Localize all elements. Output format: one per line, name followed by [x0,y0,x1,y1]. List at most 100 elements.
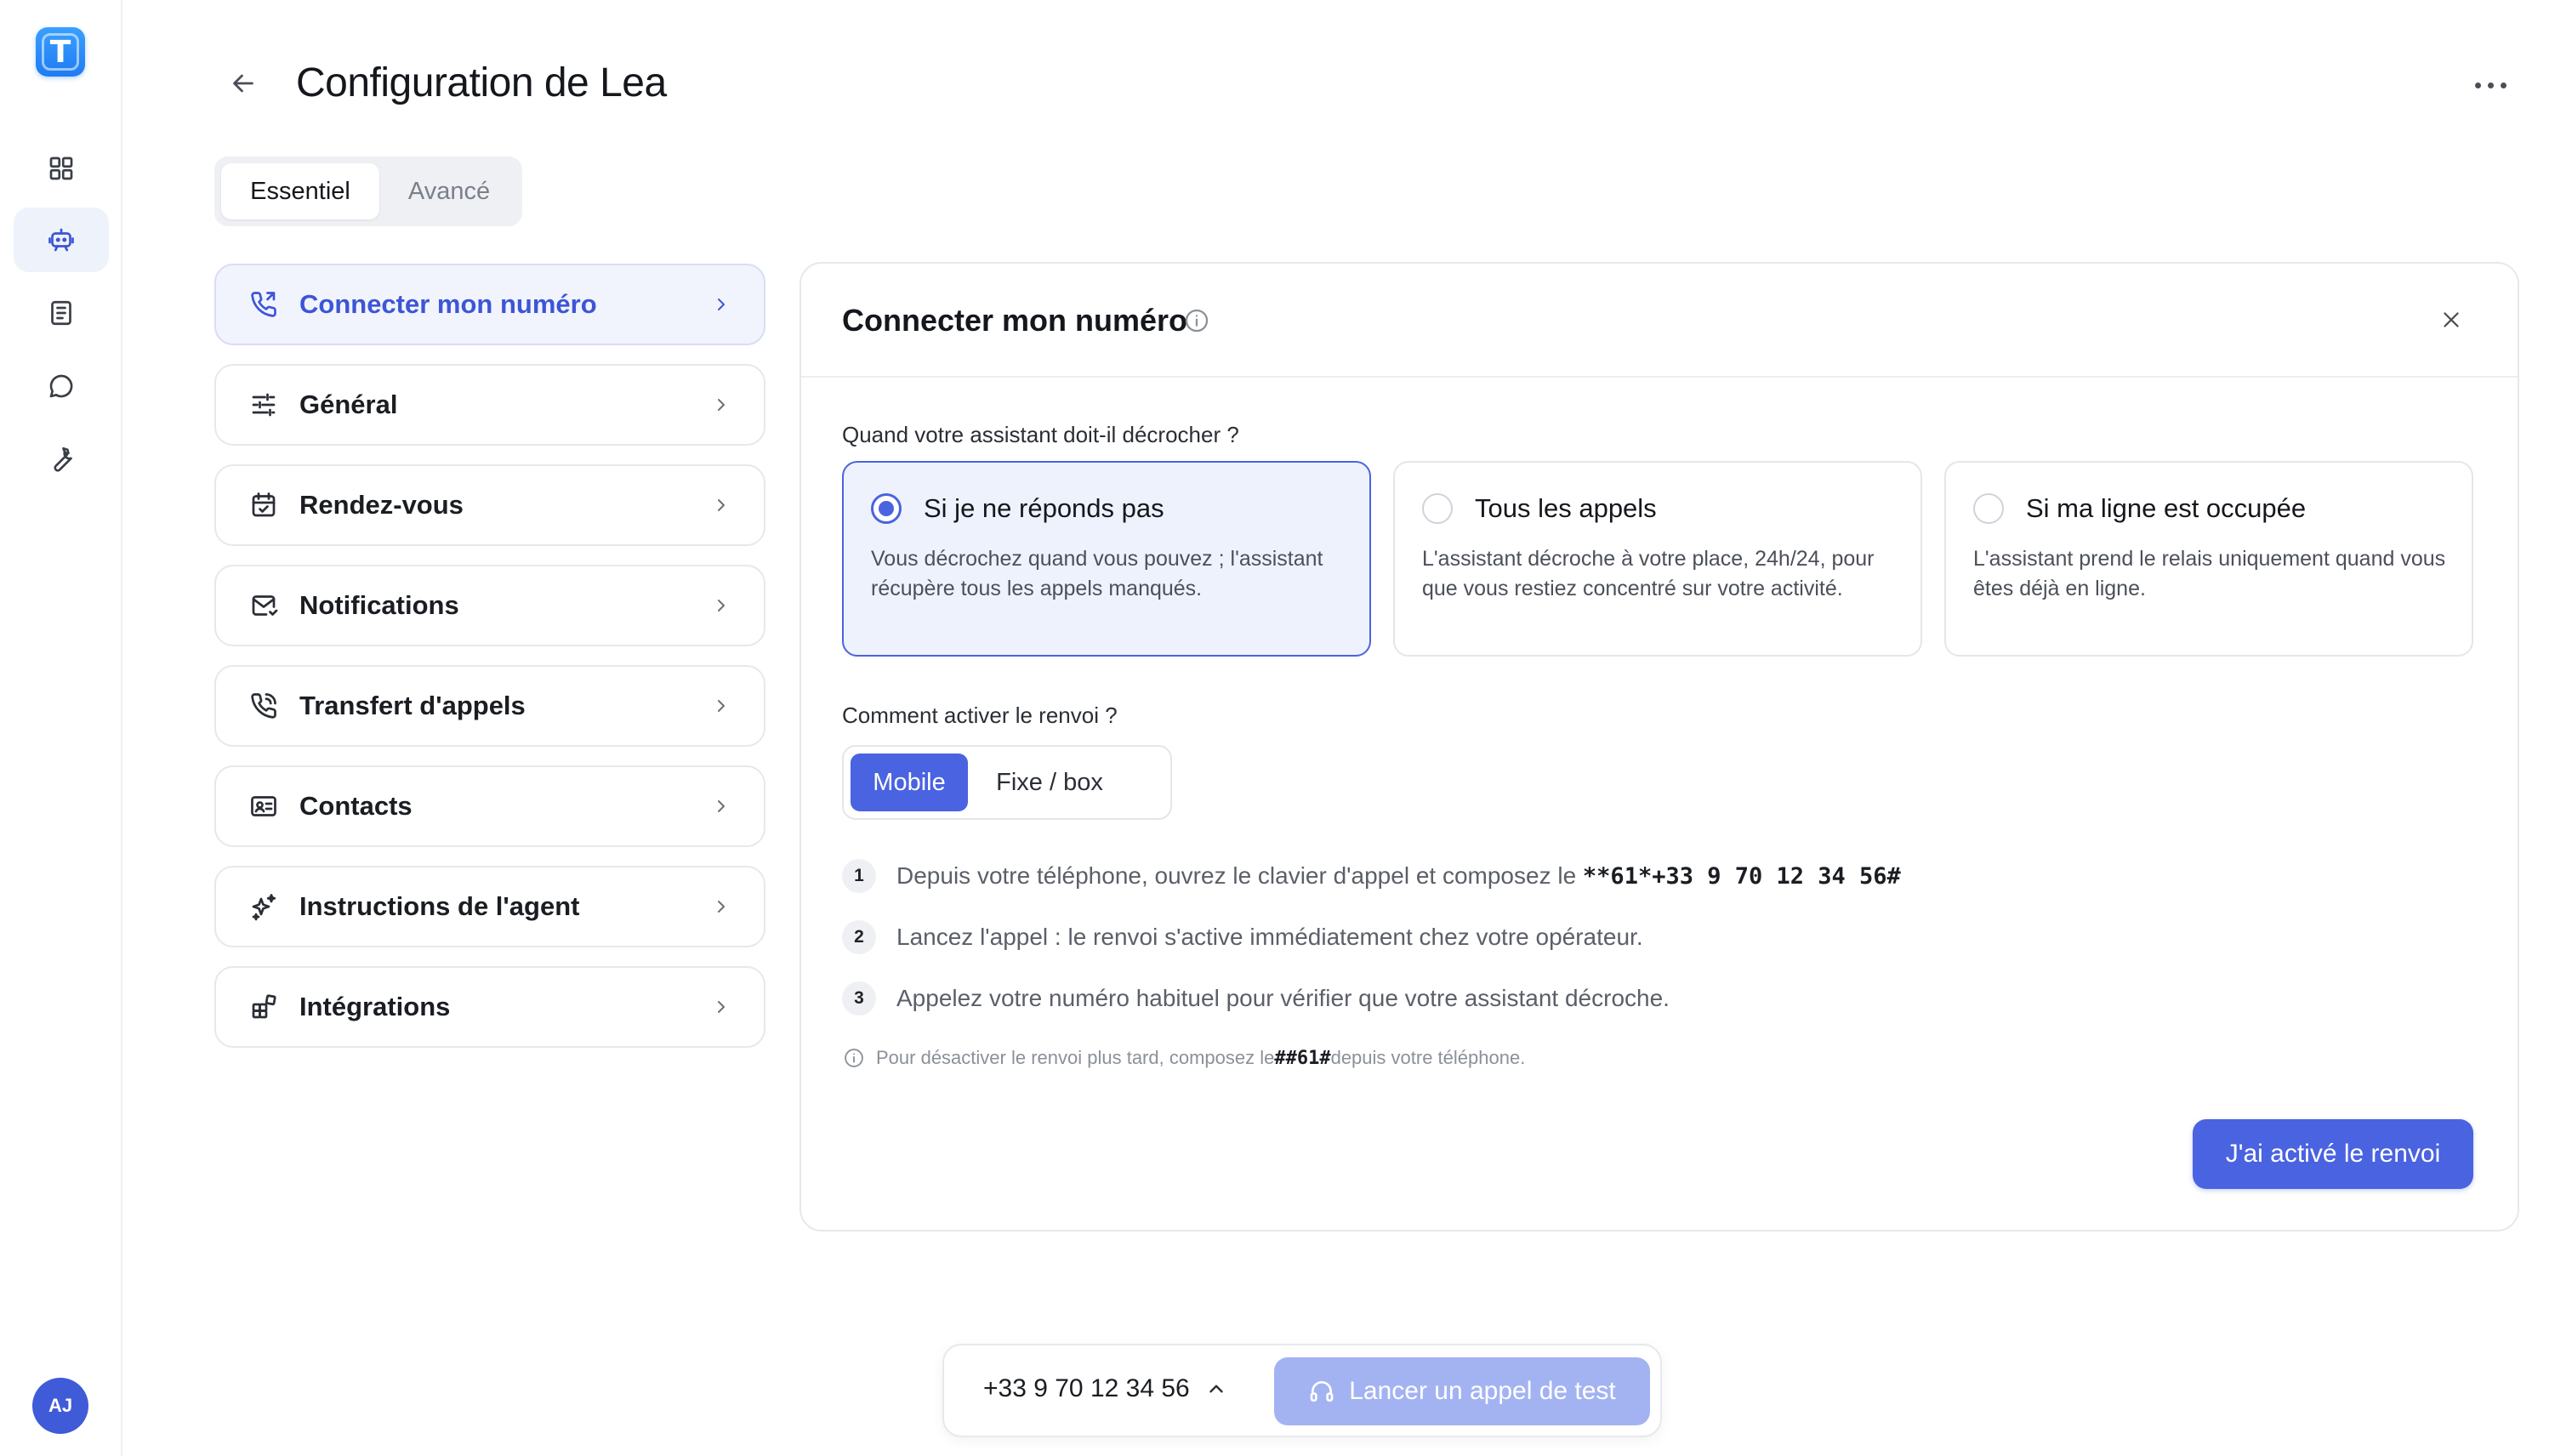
menu-label: Intégrations [299,992,451,1021]
chevron-up-icon [1209,1385,1223,1393]
option-title: Si je ne réponds pas [924,493,1164,523]
deactivate-hint: Pour désactiver le renvoi plus tard, com… [842,1046,1525,1070]
menu-item-contacts[interactable]: Contacts [214,765,765,847]
phone-outgoing-icon [251,693,276,719]
step-text: Appelez votre numéro habituel pour vérif… [896,985,1670,1011]
option-no-answer[interactable]: Si je ne réponds pas Vous décrochez quan… [842,461,1371,657]
menu-icon-wrap [247,488,281,522]
menu-icon-wrap [247,689,281,723]
menu-label: Transfert d'appels [299,691,526,720]
calendar-icon [252,492,276,517]
tab-essentiel[interactable]: Essentiel [221,163,379,219]
mode-mobile[interactable]: Mobile [851,754,968,811]
chevron-right-icon [709,794,733,818]
step-number: 3 [842,981,876,1015]
menu-item-integrations[interactable]: Intégrations [214,966,765,1048]
back-button[interactable] [226,66,260,100]
more-options-button[interactable] [2467,68,2514,102]
menu-label: Contacts [299,791,413,821]
chevron-right-icon [709,694,733,718]
sidebar-item-dashboard[interactable] [14,136,109,201]
chat-bubble-icon [49,374,73,398]
menu-icon-wrap [247,990,281,1024]
mode-landline-box[interactable]: Fixe / box [973,754,1126,811]
step-2: 2 Lancez l'appel : le renvoi s'active im… [842,919,1643,956]
menu-item-agent-instructions[interactable]: Instructions de l'agent [214,866,765,947]
menu-icon-wrap [247,388,281,422]
menu-item-general[interactable]: Général [214,364,765,446]
settings-tabs: Essentiel Avancé [214,156,522,226]
step-number: 2 [842,920,876,954]
logo-letter: T [42,33,79,71]
bot-icon [48,228,74,252]
menu-icon-wrap [247,789,281,823]
close-icon [2444,312,2459,327]
user-avatar[interactable]: AJ [32,1378,88,1434]
step-1: 1 Depuis votre téléphone, ouvrez le clav… [842,857,1901,895]
step-3: 3 Appelez votre numéro habituel pour vér… [842,980,1670,1017]
pickup-question: Quand votre assistant doit-il décrocher … [842,422,1239,447]
sidebar-item-tools[interactable] [14,427,109,492]
sparkles-icon [252,894,276,921]
menu-label: Connecter mon numéro [299,289,597,319]
radio-unselected[interactable] [1422,493,1453,524]
option-line-busy[interactable]: Si ma ligne est occupée L'assistant pren… [1944,461,2473,657]
page-title: Configuration de Lea [296,60,667,105]
sidebar-item-assistants[interactable] [14,208,109,272]
phone-number-selector[interactable]: +33 9 70 12 34 56 [983,1374,1227,1403]
panel-title: Connecter mon numéro [842,303,1188,338]
sliders-icon [252,393,276,417]
option-all-calls[interactable]: Tous les appels L'assistant décroche à v… [1393,461,1922,657]
step-text: Lancez l'appel : le renvoi s'active immé… [896,924,1643,950]
menu-label: Général [299,390,398,419]
step-text: Depuis votre téléphone, ouvrez le clavie… [896,862,1901,890]
app-logo[interactable]: T [36,27,85,77]
hint-before: Pour désactiver le renvoi plus tard, com… [876,1047,1275,1068]
chevron-right-icon [709,393,733,417]
contact-card-icon [251,796,276,816]
forward-mode-toggle: Mobile Fixe / box [842,745,1172,820]
phone-forward-icon [251,292,276,317]
step-text-body: Depuis votre téléphone, ouvrez le clavie… [896,862,1583,889]
menu-item-appointments[interactable]: Rendez-vous [214,464,765,546]
phone-number: +33 9 70 12 34 56 [983,1374,1190,1402]
confirm-forwarding-button[interactable]: J'ai activé le renvoi [2193,1119,2473,1189]
option-description: Vous décrochez quand vous pouvez ; l'ass… [871,547,1323,600]
envelope-icon [252,595,278,616]
tab-avance[interactable]: Avancé [383,163,515,219]
test-call-label: Lancer un appel de test [1349,1377,1616,1405]
option-description: L'assistant décroche à votre place, 24h/… [1422,547,1875,600]
test-call-button[interactable]: Lancer un appel de test [1274,1357,1650,1425]
arrow-left-icon [233,74,253,93]
chevron-right-icon [709,493,733,517]
menu-label: Instructions de l'agent [299,891,580,921]
forward-code: **61*+33 9 70 12 34 56# [1582,863,1901,890]
radio-unselected[interactable] [1973,493,2004,524]
option-description: L'assistant prend le relais uniquement q… [1973,547,2446,600]
chevron-right-icon [709,895,733,919]
menu-label: Rendez-vous [299,490,464,520]
info-icon [845,1049,863,1067]
sidebar: T AJ [0,0,122,1456]
more-dot [2500,82,2507,88]
menu-icon-wrap [247,589,281,623]
puzzle-icon [252,994,276,1019]
connect-number-panel: Connecter mon numéro Quand votre assista… [799,262,2519,1231]
menu-item-connect-number[interactable]: Connecter mon numéro [214,264,765,345]
sidebar-item-notebook[interactable] [14,281,109,345]
more-dots-icon [2474,82,2481,88]
close-button[interactable] [2434,303,2468,337]
info-icon[interactable] [1182,306,1211,335]
wrench-icon [54,446,72,472]
menu-icon-wrap [247,890,281,924]
sidebar-item-messages[interactable] [14,354,109,418]
radio-selected[interactable] [871,493,902,524]
option-title: Tous les appels [1475,493,1657,523]
headphones-icon [1310,1381,1334,1402]
menu-item-notifications[interactable]: Notifications [214,565,765,646]
menu-item-call-transfer[interactable]: Transfert d'appels [214,665,765,747]
menu-icon-wrap [247,287,281,321]
option-title: Si ma ligne est occupée [2026,493,2307,523]
chevron-right-icon [709,594,733,617]
chevron-right-icon [709,293,733,316]
